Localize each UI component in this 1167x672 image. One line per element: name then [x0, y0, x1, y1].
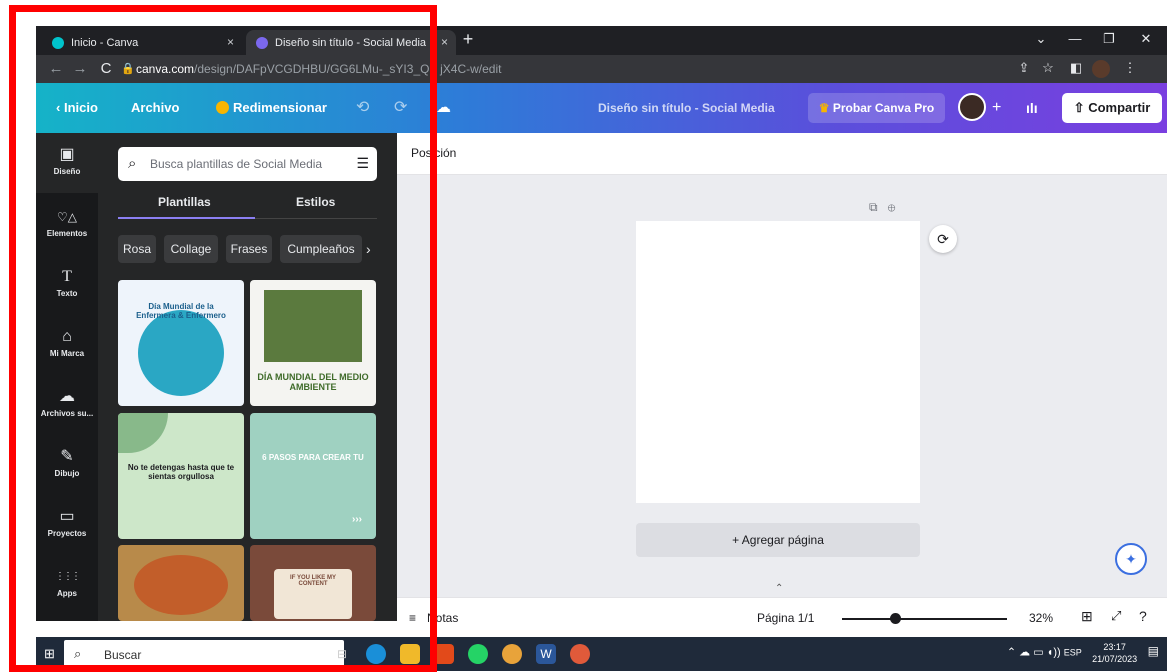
- maximize-button[interactable]: ❐: [1094, 31, 1124, 47]
- invite-plus-button[interactable]: +: [992, 83, 1001, 133]
- zoom-slider[interactable]: [842, 618, 1007, 620]
- browser-menu-icon[interactable]: ⋮: [1120, 60, 1140, 76]
- chevron-up-icon[interactable]: ⌃: [775, 583, 783, 594]
- clock-date[interactable]: 21/07/2023: [1092, 653, 1137, 665]
- chrome-canary-icon[interactable]: [570, 644, 590, 664]
- minimize-button[interactable]: —: [1060, 31, 1090, 46]
- profile-avatar[interactable]: [1092, 60, 1110, 78]
- page-indicator[interactable]: Página 1/1: [757, 611, 814, 625]
- bookmark-star-icon[interactable]: ☆: [1038, 60, 1058, 76]
- design-title[interactable]: Diseño sin título - Social Media: [598, 83, 775, 133]
- zoom-slider-knob[interactable]: [889, 613, 901, 624]
- fullscreen-icon[interactable]: ⤢: [1111, 608, 1121, 624]
- try-canva-pro-button[interactable]: ♛ Probar Canva Pro: [808, 93, 945, 123]
- tab-search-icon[interactable]: ⌄: [1026, 31, 1056, 47]
- add-page-button[interactable]: + Agregar página: [636, 523, 920, 557]
- share-label: Compartir: [1088, 100, 1151, 115]
- context-toolbar: Posición: [397, 133, 1167, 175]
- add-page-icon[interactable]: ⊕: [888, 200, 896, 214]
- notifications-icon[interactable]: ▤: [1148, 644, 1159, 658]
- canvas-workspace: ⧉ ⊕ ⟳ + Agregar página ✦ ⌃: [397, 175, 1167, 597]
- share-page-icon[interactable]: ⇪: [1014, 60, 1034, 76]
- try-pro-label: Probar Canva Pro: [832, 101, 935, 115]
- grid-view-icon[interactable]: ⊞: [1081, 608, 1093, 625]
- screen: Inicio - Canva × Diseño sin título - Soc…: [0, 0, 1167, 672]
- bottom-bar: ≡ Notas Página 1/1 32% ⊞ ⤢ ?: [397, 597, 1167, 637]
- cloud-saved-icon: ☁: [436, 99, 451, 116]
- tray-icons[interactable]: ⌃ ☁ ▭ ◖)): [1007, 646, 1064, 658]
- close-window-button[interactable]: ✕: [1131, 31, 1161, 47]
- system-tray: ⌃ ☁ ▭ ◖)) ESP 23:17 21/07/2023 ▤: [1007, 641, 1159, 665]
- page-actions: ⧉ ⊕: [869, 200, 895, 215]
- analytics-icon[interactable]: ılı: [1026, 83, 1038, 133]
- word-icon[interactable]: W: [536, 644, 556, 664]
- design-page[interactable]: [636, 221, 920, 503]
- avatar[interactable]: [958, 93, 986, 121]
- duplicate-page-icon[interactable]: ⧉: [869, 200, 878, 214]
- whatsapp-icon[interactable]: [468, 644, 488, 664]
- chrome-icon[interactable]: [502, 644, 522, 664]
- crown-icon: ♛: [818, 101, 830, 115]
- magic-sparkle-icon[interactable]: ✦: [1115, 543, 1147, 575]
- highlight-annotation-box: [9, 5, 437, 672]
- sidepanel-icon[interactable]: ◧: [1066, 60, 1086, 76]
- clock-time[interactable]: 23:17: [1092, 641, 1137, 653]
- refresh-icon[interactable]: ⟳: [929, 225, 957, 253]
- help-icon[interactable]: ?: [1139, 608, 1147, 624]
- share-button[interactable]: ⇧ Compartir: [1062, 93, 1162, 123]
- language-indicator[interactable]: ESP: [1064, 647, 1082, 657]
- upload-icon: ⇧: [1073, 100, 1085, 115]
- brave-icon[interactable]: [434, 644, 454, 664]
- close-tab-icon[interactable]: ×: [441, 35, 448, 49]
- new-tab-button[interactable]: +: [456, 29, 480, 50]
- zoom-percentage[interactable]: 32%: [1029, 611, 1053, 625]
